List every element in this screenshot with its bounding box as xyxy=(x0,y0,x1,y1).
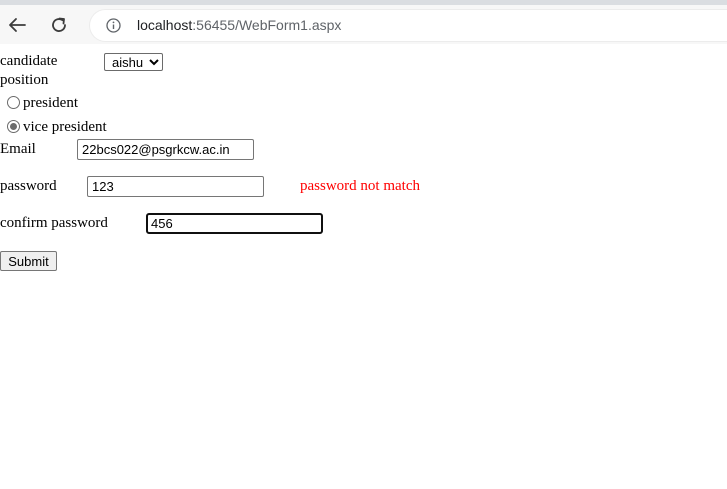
candidate-label-line2: position xyxy=(0,72,49,88)
reload-button[interactable] xyxy=(44,11,74,39)
info-icon[interactable] xyxy=(106,18,121,33)
back-button[interactable] xyxy=(2,11,32,39)
url-path: :56455/WebForm1.aspx xyxy=(192,17,342,33)
radio-vice-president[interactable] xyxy=(7,120,20,133)
candidate-label-line1: candidate xyxy=(0,53,58,69)
reload-icon xyxy=(52,17,66,32)
candidate-select[interactable]: aishu xyxy=(104,53,163,71)
radio-president[interactable] xyxy=(7,96,20,109)
url-host: localhost xyxy=(137,17,193,33)
address-bar[interactable]: localhost:56455/WebForm1.aspx xyxy=(90,10,727,41)
password-label: password xyxy=(0,178,57,194)
browser-toolbar: localhost:56455/WebForm1.aspx xyxy=(0,5,727,44)
arrow-left-icon xyxy=(9,18,26,32)
password-field[interactable] xyxy=(87,176,264,197)
url-text[interactable]: localhost:56455/WebForm1.aspx xyxy=(137,17,341,33)
submit-button[interactable]: Submit xyxy=(0,251,57,271)
page-content: candidate position aishu president vice … xyxy=(0,44,727,489)
password-error-message: password not match xyxy=(300,178,420,194)
radio-president-label[interactable]: president xyxy=(23,94,78,112)
email-label: Email xyxy=(0,141,36,157)
radio-vice-president-label[interactable]: vice president xyxy=(23,118,107,136)
confirm-password-label: confirm password xyxy=(0,215,108,231)
email-field[interactable] xyxy=(77,139,254,160)
confirm-password-field[interactable] xyxy=(146,213,323,234)
